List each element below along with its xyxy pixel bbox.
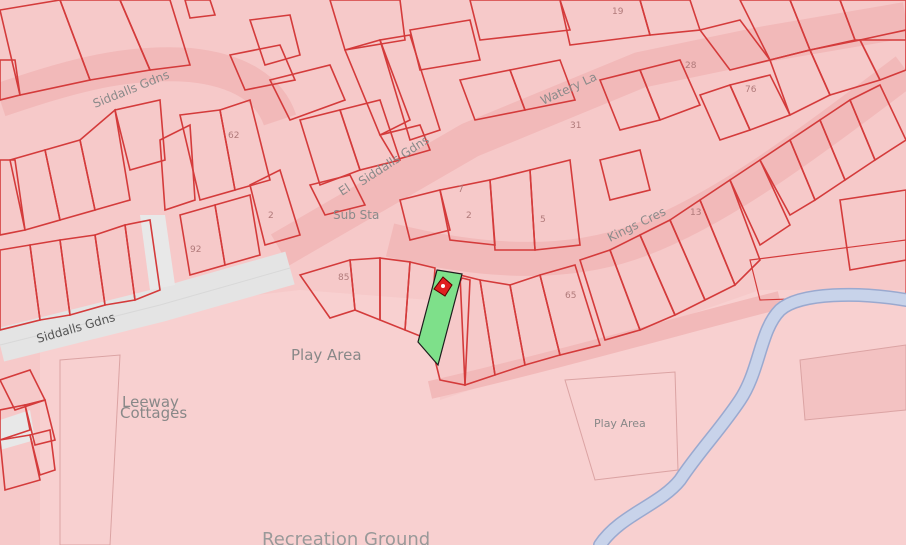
- house-number: 2: [268, 211, 274, 221]
- house-number: 5: [540, 215, 546, 225]
- house-number: 7: [458, 185, 464, 195]
- house-number: 28: [685, 61, 697, 71]
- house-number: 92: [190, 245, 201, 255]
- house-number: 2: [466, 211, 472, 221]
- label-play-area: Play Area: [291, 346, 362, 364]
- label-play-area-small: Play Area: [594, 417, 646, 430]
- house-number: 19: [612, 7, 624, 17]
- house-number: 65: [565, 291, 576, 301]
- map-view[interactable]: 19 28 31 76 85 65 92 62 2 5 7 13 2 Sidda…: [0, 0, 906, 545]
- house-number: 13: [690, 208, 701, 218]
- house-number: 76: [745, 85, 757, 95]
- house-number: 85: [338, 273, 349, 283]
- label-cottages: Cottages: [120, 404, 187, 422]
- house-number: 31: [570, 121, 581, 131]
- house-number: 62: [228, 131, 239, 141]
- map-canvas[interactable]: 19 28 31 76 85 65 92 62 2 5 7 13 2 Sidda…: [0, 0, 906, 545]
- label-recreation-ground: Recreation Ground: [262, 529, 430, 545]
- label-sub-station: Sub Sta: [333, 208, 379, 222]
